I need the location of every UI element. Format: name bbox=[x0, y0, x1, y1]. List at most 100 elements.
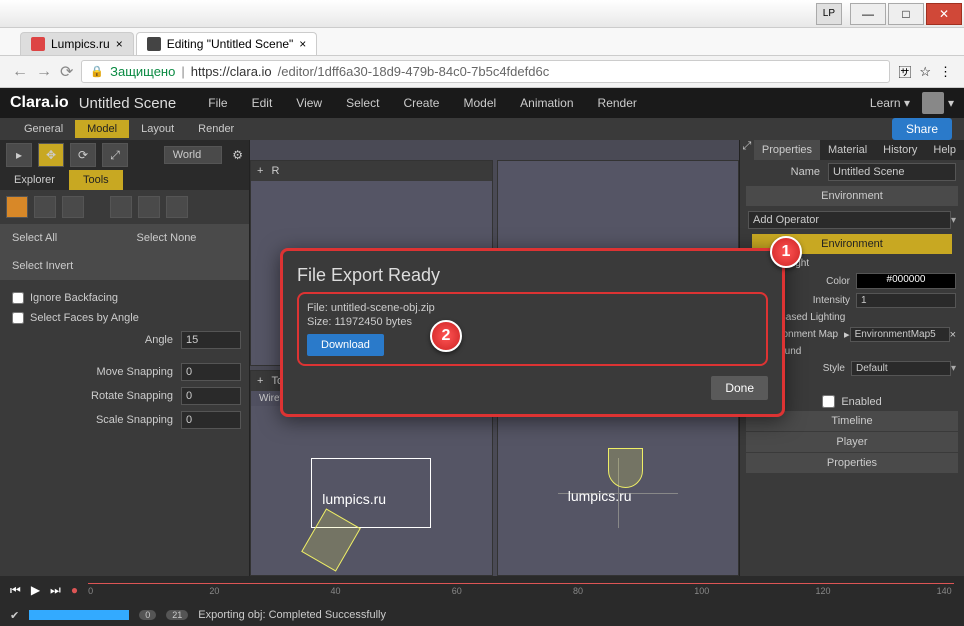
timeline-track[interactable]: 0 20 40 60 80 100 120 140 bbox=[88, 583, 954, 597]
move-snap-input[interactable]: 0 bbox=[181, 363, 241, 381]
reload-button[interactable]: ⟳ bbox=[60, 62, 73, 82]
rp-tab-properties[interactable]: Properties bbox=[754, 140, 820, 160]
intensity-input[interactable]: 1 bbox=[856, 293, 956, 308]
properties-section[interactable]: Properties bbox=[746, 453, 958, 473]
menu-select[interactable]: Select bbox=[334, 96, 391, 110]
forward-button[interactable]: → bbox=[36, 63, 52, 81]
select-invert-button[interactable]: Select Invert bbox=[0, 252, 125, 280]
tab-close-icon[interactable]: × bbox=[299, 37, 306, 51]
browser-tab-editor[interactable]: Editing "Untitled Scene" × bbox=[136, 32, 318, 55]
maximize-button[interactable]: □ bbox=[888, 3, 924, 25]
close-button[interactable]: ✕ bbox=[926, 3, 962, 25]
favicon bbox=[147, 37, 161, 51]
shape-face-icon[interactable] bbox=[6, 196, 28, 218]
select-all-button[interactable]: Select All bbox=[0, 224, 125, 252]
export-filesize: Size: 11972450 bytes bbox=[307, 316, 758, 328]
settings-icon[interactable]: ⚙ bbox=[232, 148, 243, 162]
export-modal: File Export Ready File: untitled-scene-o… bbox=[280, 248, 785, 417]
select-faces-checkbox[interactable] bbox=[12, 312, 24, 324]
explorer-tab[interactable]: Explorer bbox=[0, 170, 69, 190]
browser-tab-lumpics[interactable]: Lumpics.ru × bbox=[20, 32, 134, 55]
status-pill: 21 bbox=[166, 610, 188, 620]
menu-render[interactable]: Render bbox=[586, 96, 649, 110]
dropdown-icon[interactable]: ▾ bbox=[951, 215, 956, 226]
url-input[interactable]: 🔒 Защищено | https://clara.io/editor/1df… bbox=[81, 60, 890, 83]
rotate-snap-input[interactable]: 0 bbox=[181, 387, 241, 405]
menu-file[interactable]: File bbox=[196, 96, 239, 110]
workspace-tabs: General Model Layout Render Share bbox=[0, 118, 964, 140]
envmap-input[interactable]: EnvironmentMap5 bbox=[850, 327, 950, 342]
rp-tab-material[interactable]: Material bbox=[820, 140, 875, 160]
menu-view[interactable]: View bbox=[284, 96, 334, 110]
label: Select Faces by Angle bbox=[30, 312, 139, 324]
status-bar: ✔ 0 21 Exporting obj: Completed Successf… bbox=[0, 604, 964, 626]
address-bar: ← → ⟳ 🔒 Защищено | https://clara.io/edit… bbox=[0, 56, 964, 88]
shape-crop-icon[interactable] bbox=[138, 196, 160, 218]
name-input[interactable]: Untitled Scene bbox=[828, 163, 956, 181]
coordinate-space-dropdown[interactable]: World bbox=[164, 146, 223, 164]
label: Ignore Backfacing bbox=[30, 292, 118, 304]
back-button[interactable]: ← bbox=[12, 63, 28, 81]
player-section[interactable]: Player bbox=[746, 432, 958, 452]
forward-button[interactable]: ⏭ bbox=[50, 583, 61, 598]
download-button[interactable]: Download bbox=[307, 334, 384, 356]
ignore-backfacing-checkbox[interactable] bbox=[12, 292, 24, 304]
url-path: /editor/1dff6a30-18d9-479b-84c0-7b5c4fde… bbox=[278, 64, 550, 79]
move-tool-icon[interactable]: ✥ bbox=[38, 143, 64, 167]
profile-badge: LP bbox=[816, 3, 842, 25]
style-dropdown[interactable]: Default bbox=[851, 361, 951, 376]
menu-icon[interactable]: ⋮ bbox=[939, 64, 952, 80]
tab-close-icon[interactable]: × bbox=[116, 37, 123, 51]
scale-snap-input[interactable]: 0 bbox=[181, 411, 241, 429]
tab-label: Editing "Untitled Scene" bbox=[167, 37, 294, 51]
secure-label: Защищено bbox=[110, 64, 175, 79]
watermark: lumpics.ru bbox=[322, 491, 386, 507]
color-swatch[interactable]: #000000 bbox=[856, 273, 956, 289]
rp-tab-help[interactable]: Help bbox=[925, 140, 964, 160]
ws-tab-model[interactable]: Model bbox=[75, 120, 129, 138]
annotation-callout-2: 2 bbox=[430, 320, 462, 352]
select-tool-icon[interactable]: ▸ bbox=[6, 143, 32, 167]
favicon bbox=[31, 37, 45, 51]
menu-animation[interactable]: Animation bbox=[508, 96, 585, 110]
done-button[interactable]: Done bbox=[711, 376, 768, 400]
shape-poly-icon[interactable] bbox=[110, 196, 132, 218]
shape-edge-icon[interactable] bbox=[34, 196, 56, 218]
record-button[interactable]: ● bbox=[71, 583, 78, 597]
scale-tool-icon[interactable]: ⤢ bbox=[102, 143, 128, 167]
play-button[interactable]: ▶ bbox=[31, 583, 40, 597]
ws-tab-layout[interactable]: Layout bbox=[129, 120, 186, 138]
annotation-callout-1: 1 bbox=[770, 236, 802, 268]
timeline-bar: ⏮ ▶ ⏭ ● 0 20 40 60 80 100 120 140 bbox=[0, 576, 964, 604]
learn-dropdown[interactable]: Learn ▾ bbox=[870, 96, 910, 110]
tools-tab[interactable]: Tools bbox=[69, 170, 123, 190]
bookmark-icon[interactable]: ☆ bbox=[919, 64, 931, 80]
rewind-button[interactable]: ⏮ bbox=[10, 583, 21, 598]
collapse-icon[interactable]: ⤢ bbox=[740, 140, 754, 160]
ws-tab-general[interactable]: General bbox=[12, 120, 75, 138]
menu-edit[interactable]: Edit bbox=[240, 96, 285, 110]
menu-model[interactable]: Model bbox=[451, 96, 508, 110]
dropdown-icon[interactable]: ▾ bbox=[951, 363, 956, 374]
menu-create[interactable]: Create bbox=[391, 96, 451, 110]
rp-tab-history[interactable]: History bbox=[875, 140, 925, 160]
shape-circle-icon[interactable] bbox=[166, 196, 188, 218]
share-button[interactable]: Share bbox=[892, 118, 952, 140]
user-menu-dropdown[interactable]: ▾ bbox=[948, 96, 954, 110]
rotate-tool-icon[interactable]: ⟳ bbox=[70, 143, 96, 167]
select-none-button[interactable]: Select None bbox=[125, 224, 250, 252]
rotate-snap-label: Rotate Snapping bbox=[8, 390, 181, 402]
user-avatar-icon[interactable] bbox=[922, 92, 944, 114]
watermark: lumpics.ru bbox=[568, 488, 632, 504]
left-panel: ▸ ✥ ⟳ ⤢ World ⚙ Explorer Tools Select Al bbox=[0, 140, 250, 576]
envmap-remove-icon[interactable]: × bbox=[950, 329, 956, 341]
add-operator-dropdown[interactable]: Add Operator bbox=[748, 211, 951, 229]
angle-input[interactable]: 15 bbox=[181, 331, 241, 349]
translate-icon[interactable]: 🈂 bbox=[898, 62, 911, 81]
scene-title: Untitled Scene bbox=[79, 95, 177, 112]
lock-icon: 🔒 bbox=[90, 65, 104, 78]
ws-tab-render[interactable]: Render bbox=[186, 120, 246, 138]
fog-enabled-checkbox[interactable] bbox=[822, 395, 835, 408]
minimize-button[interactable]: — bbox=[850, 3, 886, 25]
shape-vertex-icon[interactable] bbox=[62, 196, 84, 218]
